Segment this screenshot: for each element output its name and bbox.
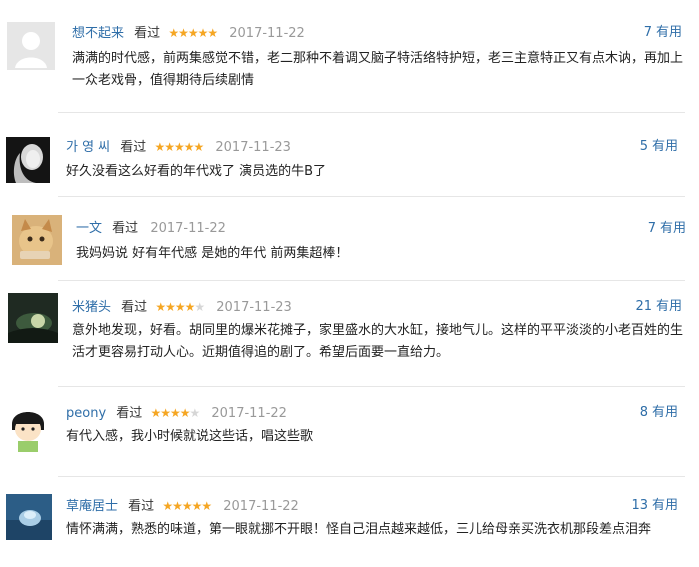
useful-button[interactable]: 有用 xyxy=(652,405,678,420)
comment-item: peony 看过 ★★★★★ 2017-11-22 8 有用 有代入感，我小时候就… xyxy=(0,394,699,474)
rating-stars: ★★★★★ xyxy=(155,300,205,314)
comment-date: 2017-11-22 xyxy=(150,221,226,236)
watch-status: 看过 xyxy=(121,300,148,315)
comment-date: 2017-11-22 xyxy=(229,26,305,41)
comment-date: 2017-11-23 xyxy=(216,300,292,315)
comment-text: 满满的时代感，前两集感觉不错，老二那种不着调又脑子特活络特护短，老三主意特正又有… xyxy=(72,51,684,88)
divider xyxy=(58,476,685,477)
avatar[interactable] xyxy=(6,494,52,540)
comment-meta: 想不起来 看过 ★★★★★ 2017-11-22 xyxy=(72,24,305,43)
useful-count: 8 xyxy=(639,405,648,420)
comment-date: 2017-11-22 xyxy=(223,499,299,514)
rating-stars: ★★★★★ xyxy=(150,406,200,420)
user-name-link[interactable]: 想不起来 xyxy=(72,26,124,41)
comment-date: 2017-11-23 xyxy=(215,140,291,155)
watch-status: 看过 xyxy=(116,406,143,421)
useful-count: 7 xyxy=(643,25,652,40)
useful-button[interactable]: 有用 xyxy=(656,299,682,314)
user-name-link[interactable]: 草庵居士 xyxy=(66,499,118,514)
avatar-image xyxy=(6,137,50,183)
comment-text: 我妈妈说 好有年代感 是她的年代 前两集超棒！ xyxy=(76,246,349,261)
useful-button[interactable]: 有用 xyxy=(656,25,682,40)
useful-count: 5 xyxy=(639,139,648,154)
useful-button[interactable]: 有用 xyxy=(660,221,686,236)
divider xyxy=(58,386,685,387)
rating-stars: ★★★★★ xyxy=(162,499,212,513)
comment-item: 가 영 씨 看过 ★★★★★ 2017-11-23 5 有用 好久没看这么好看的年… xyxy=(0,120,699,200)
useful-vote[interactable]: 7 有用 xyxy=(648,220,686,238)
avatar[interactable] xyxy=(7,22,55,70)
useful-vote[interactable]: 13 有用 xyxy=(631,497,678,515)
watch-status: 看过 xyxy=(128,499,155,514)
user-name-link[interactable]: 一文 xyxy=(76,221,102,236)
comment-item: 想不起来 看过 ★★★★★ 2017-11-22 7 有用 满满的时代感，前两集感… xyxy=(0,0,699,110)
comment-meta: 一文 看过 2017-11-22 xyxy=(76,220,226,238)
useful-button[interactable]: 有用 xyxy=(652,139,678,154)
avatar-default-icon xyxy=(7,22,55,70)
watch-status: 看过 xyxy=(134,26,161,41)
watch-status: 看过 xyxy=(120,140,147,155)
useful-vote[interactable]: 7 有用 xyxy=(644,24,682,42)
comment-text: 好久没看这么好看的年代戏了 演员选的牛B了 xyxy=(66,164,327,179)
useful-vote[interactable]: 8 有用 xyxy=(640,404,678,422)
comment-text: 意外地发现，好看。胡同里的爆米花摊子，家里盛水的大水缸，接地气儿。这样的平平淡淡… xyxy=(72,323,684,360)
comment-meta: 米猪头 看过 ★★★★★ 2017-11-23 xyxy=(72,298,292,317)
avatar-image xyxy=(6,494,52,540)
comment-item: 一文 看过 2017-11-22 7 有用 我妈妈说 好有年代感 是她的年代 前两… xyxy=(0,204,699,280)
comment-date: 2017-11-22 xyxy=(211,406,287,421)
comment-meta: 草庵居士 看过 ★★★★★ 2017-11-22 xyxy=(66,497,299,516)
divider xyxy=(58,196,685,197)
divider xyxy=(58,280,685,281)
avatar[interactable] xyxy=(6,137,50,183)
useful-vote[interactable]: 21 有用 xyxy=(635,298,682,316)
useful-count: 13 xyxy=(631,498,648,513)
comment-text: 情怀满满，熟悉的味道，第一眼就挪不开眼！怪自己泪点越来越低，三儿给母亲买洗衣机那… xyxy=(66,522,652,537)
user-name-link[interactable]: peony xyxy=(66,406,106,421)
useful-count: 21 xyxy=(635,299,652,314)
avatar[interactable] xyxy=(12,215,62,265)
user-name-link[interactable]: 가 영 씨 xyxy=(66,140,110,155)
watch-status: 看过 xyxy=(112,221,139,236)
divider xyxy=(58,112,685,113)
useful-vote[interactable]: 5 有用 xyxy=(640,138,678,156)
useful-count: 7 xyxy=(647,221,656,236)
comment-item: 草庵居士 看过 ★★★★★ 2017-11-22 13 有用 情怀满满，熟悉的味道… xyxy=(0,484,699,564)
avatar-image xyxy=(12,215,62,265)
rating-stars: ★★★★★ xyxy=(168,26,218,40)
avatar-image xyxy=(6,402,50,452)
comment-text: 有代入感，我小时候就说这些话，唱这些歌 xyxy=(66,429,314,444)
comment-item: 米猪头 看过 ★★★★★ 2017-11-23 21 有用 意外地发现，好看。胡同… xyxy=(0,288,699,378)
avatar[interactable] xyxy=(8,293,58,343)
user-name-link[interactable]: 米猪头 xyxy=(72,300,111,315)
avatar-image xyxy=(8,293,58,343)
useful-button[interactable]: 有用 xyxy=(652,498,678,513)
comment-meta: 가 영 씨 看过 ★★★★★ 2017-11-23 xyxy=(66,138,291,157)
comment-meta: peony 看过 ★★★★★ 2017-11-22 xyxy=(66,404,287,423)
rating-stars: ★★★★★ xyxy=(154,140,204,154)
avatar[interactable] xyxy=(6,402,50,452)
